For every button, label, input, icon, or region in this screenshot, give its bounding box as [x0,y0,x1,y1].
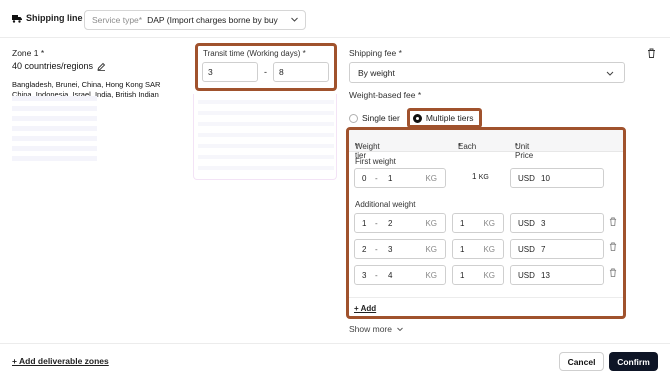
first-weight-price-input[interactable]: USD 10 [510,168,604,188]
additional-weight-label: Additional weight [355,200,416,209]
price-value: 10 [541,174,550,183]
range-from: 3 [362,271,367,280]
dialog-footer: + Add deliverable zones Cancel Confirm [0,343,670,375]
each-value: 1 [460,271,465,280]
zone-count-text: 40 countries/regions [12,61,94,71]
tiers-divider [349,297,623,298]
weight-tiers-panel: Weight tier * Each * Unit Price * First … [346,127,626,319]
service-type-select[interactable]: Service type* DAP (Import charges borne … [84,10,306,30]
range-from: 2 [362,245,367,254]
range-from: 0 [362,174,367,183]
currency: USD [518,271,535,280]
each-unit: KG [483,219,495,228]
add-deliverable-zones-link[interactable]: + Add deliverable zones [12,356,109,366]
title-text: Shipping line [26,13,83,23]
first-weight-each: 1 KG [472,172,489,181]
show-more-toggle[interactable]: Show more [349,324,404,334]
transit-time-label: Transit time (Working days) * [203,49,306,58]
additional-each-input[interactable]: 1 KG [452,265,504,285]
zone-info: Zone 1 * 40 countries/regions Bangladesh… [12,48,182,100]
range-dash: - [375,245,378,254]
transit-time-group: Transit time (Working days) * 3 - 8 [195,43,337,91]
transit-time-row: 3 - 8 [202,62,329,82]
first-weight-label: First weight [355,157,396,166]
price-value: 13 [541,271,550,280]
service-type-value: DAP (Import charges borne by buy [147,15,278,25]
additional-each-input[interactable]: 1 KG [452,213,504,233]
price-value: 7 [541,245,546,254]
single-tier-label: Single tier [362,113,400,123]
range-to: 1 [388,174,393,183]
currency: USD [518,245,535,254]
weight-based-fee-label: Weight-based fee * [349,90,422,100]
transit-min-input[interactable]: 3 [202,62,258,82]
range-from: 1 [362,219,367,228]
radio-circle-selected [412,113,422,123]
range-unit: KG [425,174,437,183]
shipping-fee-label: Shipping fee * [349,48,402,58]
additional-range-input[interactable]: 2 - 3 KG [354,239,446,259]
currency: USD [518,174,535,183]
additional-range-input[interactable]: 1 - 2 KG [354,213,446,233]
first-weight-range-input[interactable]: 0 - 1 KG [354,168,446,188]
shipping-fee-section: Shipping fee * By weight Weight-based fe… [349,48,659,128]
range-to: 3 [388,245,393,254]
multiple-tiers-label: Multiple tiers [425,113,474,123]
transit-max-input[interactable]: 8 [273,62,329,82]
price-value: 3 [541,219,546,228]
shipping-line-title: Shipping line [12,13,83,23]
trash-icon[interactable] [609,268,617,277]
confirm-button[interactable]: Confirm [609,352,658,371]
currency: USD [518,219,535,228]
additional-price-input[interactable]: USD 7 [510,239,604,259]
zone-label: Zone 1 * [12,48,45,58]
trash-icon[interactable] [609,242,617,251]
range-dash: - [375,271,378,280]
chevron-down-icon [606,71,614,76]
service-type-label: Service type* [92,15,143,25]
cancel-button[interactable]: Cancel [559,352,604,371]
chevron-down-icon [397,327,403,332]
range-unit: KG [425,219,437,228]
transit-separator: - [264,67,267,77]
edit-pencil-icon[interactable] [97,62,106,71]
each-unit: KG [483,271,495,280]
each-value: 1 [460,245,465,254]
chevron-down-icon [288,15,299,26]
multiple-tiers-radio[interactable]: Multiple tiers [406,108,482,128]
range-unit: KG [425,271,437,280]
additional-each-input[interactable]: 1 KG [452,239,504,259]
single-tier-radio[interactable]: Single tier [349,113,400,123]
range-to: 4 [388,271,393,280]
range-dash: - [375,174,378,183]
range-to: 2 [388,219,393,228]
tiers-header: Weight tier * Each * Unit Price * [349,130,623,160]
additional-range-input[interactable]: 3 - 4 KG [354,265,446,285]
trash-icon[interactable] [609,217,617,226]
shipping-line-header: Shipping line Service type* DAP (Import … [0,0,670,38]
each-value: 1 [460,219,465,228]
each-unit: KG [483,245,495,254]
tier-radio-group: Single tier Multiple tiers [349,108,482,128]
add-tier-link[interactable]: + Add [354,304,376,313]
countries-line-1: Bangladesh, Brunei, China, Hong Kong SAR [12,80,161,89]
shipping-fee-select[interactable]: By weight [349,62,625,83]
transit-dropdown-ghost [193,94,337,180]
trash-icon[interactable] [647,48,656,58]
additional-price-input[interactable]: USD 13 [510,265,604,285]
range-unit: KG [425,245,437,254]
shipping-fee-value: By weight [358,68,395,78]
show-more-label: Show more [349,324,392,334]
additional-price-input[interactable]: USD 3 [510,213,604,233]
radio-circle [349,113,358,123]
zone-count: 40 countries/regions [12,61,182,71]
range-dash: - [375,219,378,228]
ghost-artifact [12,96,97,166]
truck-icon [12,14,22,23]
